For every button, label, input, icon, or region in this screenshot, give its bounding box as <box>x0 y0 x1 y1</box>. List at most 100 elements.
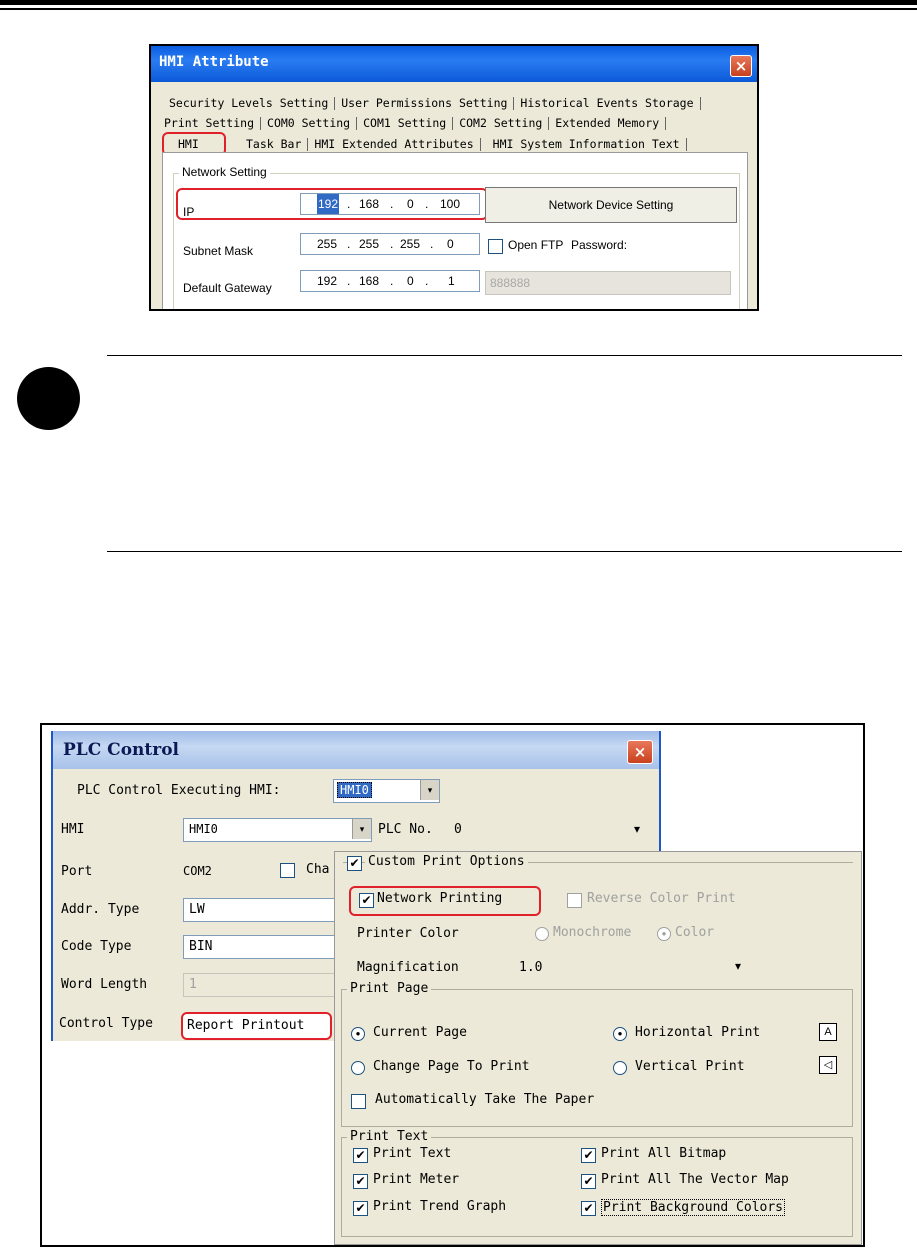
subnet-dot-3: . <box>430 237 434 251</box>
addr-type-select[interactable]: LW <box>183 898 345 922</box>
addr-type-label: Addr. Type <box>61 902 140 917</box>
print-text-checkbox[interactable]: ✔ <box>353 1148 368 1163</box>
tab-hmi-system-info[interactable]: HMI System Information Text <box>493 137 680 151</box>
tab-historical-events[interactable]: Historical Events Storage <box>520 96 693 110</box>
gateway-dot-2: . <box>390 274 394 288</box>
monochrome-label: Monochrome <box>553 925 632 940</box>
print-trend-graph-label: Print Trend Graph <box>373 1199 507 1214</box>
vertical-print-radio[interactable] <box>613 1061 627 1075</box>
control-type-label: Control Type <box>59 1016 153 1031</box>
plc-no-value: 0 <box>454 822 462 837</box>
print-meter-label: Print Meter <box>373 1172 460 1187</box>
network-printing-label: Network Printing <box>377 891 503 906</box>
current-page-label: Current Page <box>373 1025 467 1040</box>
cha-checkbox[interactable] <box>280 863 295 878</box>
tab-task-bar[interactable]: Task Bar <box>246 137 301 151</box>
auto-paper-label: Automatically Take The Paper <box>375 1092 595 1107</box>
tab-security-levels[interactable]: Security Levels Setting <box>169 96 328 110</box>
callout-top-rule <box>107 355 902 356</box>
horizontal-print-radio[interactable]: ● <box>613 1027 627 1041</box>
monochrome-radio[interactable] <box>535 927 549 941</box>
custom-print-checkbox[interactable]: ✔ <box>347 856 362 871</box>
ip-highlight <box>176 188 488 220</box>
tab-print-setting[interactable]: Print Setting <box>164 116 254 130</box>
color-label: Color <box>675 925 715 940</box>
password-label: Password: <box>571 238 628 252</box>
print-meter-checkbox[interactable]: ✔ <box>353 1174 368 1189</box>
custom-print-label: Custom Print Options <box>365 854 528 869</box>
chevron-down-icon[interactable]: ▾ <box>420 780 439 800</box>
header-rule-thin <box>0 8 917 10</box>
addr-type-value: LW <box>189 902 205 917</box>
default-gateway-field[interactable]: 192 . 168 . 0 . 1 <box>300 270 480 292</box>
executing-hmi-value: HMI0 <box>337 782 372 798</box>
hmi-select[interactable]: HMI0 ▾ <box>183 818 372 842</box>
auto-paper-checkbox[interactable] <box>351 1094 366 1109</box>
close-icon[interactable]: × <box>730 55 752 77</box>
gateway-octet-1: 192 <box>317 274 338 288</box>
open-ftp-checkbox[interactable] <box>488 239 503 254</box>
print-background-colors-checkbox[interactable]: ✔ <box>581 1201 596 1216</box>
close-icon[interactable]: × <box>627 740 653 764</box>
subnet-dot-2: . <box>390 237 394 251</box>
current-page-radio[interactable]: ● <box>351 1027 365 1041</box>
change-page-radio[interactable] <box>351 1061 365 1075</box>
word-length-field[interactable]: 1 <box>183 973 345 997</box>
vertical-print-icon: ◁ <box>819 1056 837 1074</box>
hmi-label: HMI <box>61 822 85 837</box>
header-rule-thick <box>0 0 917 5</box>
reverse-color-checkbox[interactable] <box>567 893 582 908</box>
cha-label: Cha <box>306 862 330 877</box>
tab-row-2: Print Setting COM0 Setting COM1 Setting COM… <box>164 116 672 130</box>
code-type-value: BIN <box>189 939 213 954</box>
subnet-mask-label: Subnet Mask <box>183 244 254 258</box>
port-value: COM2 <box>183 864 212 878</box>
reverse-color-label: Reverse Color Print <box>587 891 736 906</box>
executing-hmi-label: PLC Control Executing HMI: <box>77 783 281 798</box>
subnet-dot-1: . <box>347 237 351 251</box>
network-device-setting-button[interactable]: Network Device Setting <box>485 187 737 223</box>
subnet-mask-field[interactable]: 255 . 255 . 255 . 0 <box>300 233 480 255</box>
print-all-bitmap-label: Print All Bitmap <box>601 1146 727 1161</box>
chevron-down-icon[interactable]: ▾ <box>735 959 741 973</box>
vertical-print-label: Vertical Print <box>635 1059 745 1074</box>
change-page-label: Change Page To Print <box>373 1059 530 1074</box>
tab-com2-setting[interactable]: COM2 Setting <box>459 116 542 130</box>
magnification-label: Magnification <box>357 960 459 975</box>
chevron-down-icon[interactable]: ▾ <box>352 819 371 839</box>
tab-row-1: Security Levels Setting User Permissions … <box>169 96 707 110</box>
hmi-attribute-dialog: HMI Attribute × Security Levels Setting U… <box>149 44 759 311</box>
print-all-bitmap-checkbox[interactable]: ✔ <box>581 1148 596 1163</box>
tab-com1-setting[interactable]: COM1 Setting <box>363 116 446 130</box>
plc-no-select[interactable]: 0 ▾ <box>445 818 645 842</box>
code-type-select[interactable]: BIN <box>183 935 345 959</box>
print-text-title: Print Text <box>347 1129 432 1144</box>
print-vector-map-label: Print All The Vector Map <box>601 1172 789 1187</box>
port-label: Port <box>61 864 93 879</box>
executing-hmi-select[interactable]: HMI0 ▾ <box>333 779 440 803</box>
tab-row-3: Task Bar HMI Extended Attributes HMI Syste… <box>246 137 693 151</box>
network-printing-checkbox[interactable]: ✔ <box>359 893 374 908</box>
open-ftp-label: Open FTP <box>508 238 564 252</box>
horizontal-print-label: Horizontal Print <box>635 1025 761 1040</box>
printer-color-label: Printer Color <box>357 926 459 941</box>
print-trend-graph-checkbox[interactable]: ✔ <box>353 1201 368 1216</box>
gateway-octet-3: 0 <box>407 274 414 288</box>
word-length-label: Word Length <box>61 977 148 992</box>
hmi-tab-panel: Network Setting IP 192 . 168 . 0 . 100 N… <box>162 152 748 309</box>
password-field[interactable]: 888888 <box>485 271 731 295</box>
print-vector-map-checkbox[interactable]: ✔ <box>581 1174 596 1189</box>
gateway-dot-3: . <box>425 274 429 288</box>
tab-extended-memory[interactable]: Extended Memory <box>555 116 659 130</box>
magnification-select[interactable]: 1.0 ▾ <box>513 956 741 978</box>
tab-user-permissions[interactable]: User Permissions Setting <box>341 96 507 110</box>
control-type-select[interactable]: Report Printout <box>181 1012 332 1040</box>
note-icon <box>17 367 80 430</box>
color-radio[interactable]: ● <box>657 927 671 941</box>
print-page-title: Print Page <box>347 981 432 996</box>
chevron-down-icon[interactable]: ▾ <box>634 822 640 836</box>
print-background-colors-label: Print Background Colors <box>601 1199 786 1216</box>
tab-hmi-extended[interactable]: HMI Extended Attributes <box>314 137 473 151</box>
subnet-octet-3: 255 <box>400 237 421 251</box>
tab-com0-setting[interactable]: COM0 Setting <box>267 116 350 130</box>
